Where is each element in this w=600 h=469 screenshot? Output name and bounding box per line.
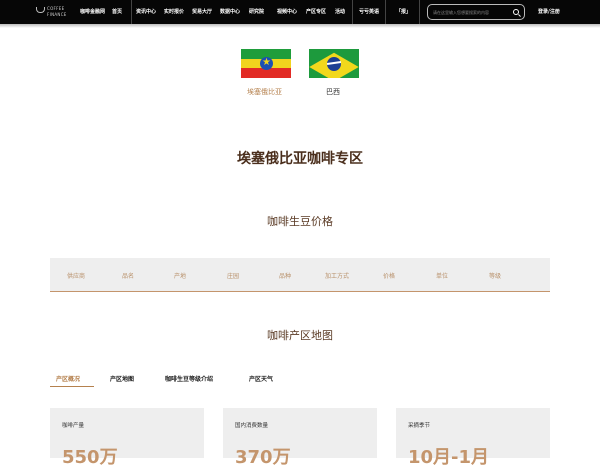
- nav-news[interactable]: 资讯中心: [136, 0, 156, 24]
- column-header: 产地: [174, 273, 187, 280]
- nav-english[interactable]: 亏亏英语: [359, 0, 379, 24]
- nav-quotes[interactable]: 实时报价: [164, 0, 184, 24]
- nav-events[interactable]: 活动: [335, 0, 345, 24]
- map-section-title: 咖啡产区地图: [267, 329, 333, 342]
- tab-bean-grades[interactable]: 咖啡生豆等级介绍: [165, 374, 213, 383]
- logo-text-top: COFFEE: [47, 6, 65, 11]
- price-section-title: 咖啡生豆价格: [267, 215, 333, 228]
- nav-divider: [131, 0, 132, 24]
- nav-shadow: [0, 24, 600, 28]
- column-header: 供应商: [67, 273, 86, 280]
- stat-card-harvest-season: 采摘季节 10月-1月: [396, 408, 550, 468]
- nav-divider: [352, 0, 353, 24]
- stat-card-consumption: 国内消费数量 370万: [223, 408, 377, 468]
- tab-region-map[interactable]: 产区地图: [110, 374, 134, 383]
- price-table-header: 供应商 品名 产地 庄园 品种 加工方式 价格 单位 等级: [50, 258, 550, 292]
- active-tab-underline: [50, 386, 94, 387]
- nav-site-name[interactable]: 咖啡金融网: [80, 0, 105, 24]
- column-header: 等级: [489, 273, 502, 280]
- star-icon: ★: [262, 57, 271, 68]
- coffee-cup-icon: [36, 7, 45, 13]
- tab-region-weather[interactable]: 产区天气: [249, 374, 273, 383]
- nav-trade[interactable]: 贸易大厅: [192, 0, 212, 24]
- stat-label: 采摘季节: [408, 423, 431, 429]
- country-label-brazil[interactable]: 巴西: [326, 87, 340, 97]
- stat-value: 550万: [62, 447, 118, 468]
- column-header: 庄园: [227, 273, 240, 280]
- column-header: 品名: [122, 273, 135, 280]
- column-header: 加工方式: [325, 273, 350, 280]
- search-box: [427, 4, 525, 20]
- ethiopia-flag[interactable]: ★: [241, 49, 291, 78]
- nav-region[interactable]: 产区专区: [306, 0, 326, 24]
- column-header: 单位: [436, 273, 449, 280]
- tab-region-overview[interactable]: 产区概况: [56, 374, 80, 383]
- brazil-flag[interactable]: [309, 49, 359, 78]
- nav-divider: [419, 0, 420, 24]
- login-register-link[interactable]: 登录/注册: [538, 0, 560, 24]
- search-icon[interactable]: [513, 9, 519, 15]
- country-label-ethiopia[interactable]: 埃塞俄比亚: [247, 87, 282, 97]
- nav-report[interactable]: 「报」: [396, 0, 411, 24]
- top-nav: COFFEE FINANCE 咖啡金融网 首页 资讯中心 实时报价 贸易大厅 数…: [0, 0, 600, 24]
- stat-label: 国内消费数量: [235, 423, 269, 429]
- column-header: 品种: [279, 273, 292, 280]
- stat-card-production: 咖啡产量 550万: [50, 408, 204, 468]
- logo-text-bottom: FINANCE: [47, 12, 67, 17]
- column-header: 价格: [383, 273, 396, 280]
- site-logo[interactable]: COFFEE FINANCE: [36, 4, 76, 20]
- stat-label: 咖啡产量: [62, 423, 85, 429]
- nav-research[interactable]: 研究院: [249, 0, 264, 24]
- stat-value: 370万: [235, 447, 291, 468]
- nav-video[interactable]: 视频中心: [277, 0, 297, 24]
- nav-divider: [385, 0, 386, 24]
- page-title: 埃塞俄比亚咖啡专区: [237, 151, 363, 167]
- search-input[interactable]: [433, 8, 509, 17]
- nav-data[interactable]: 数据中心: [220, 0, 240, 24]
- nav-home[interactable]: 首页: [112, 0, 122, 24]
- stat-value: 10月-1月: [408, 447, 490, 468]
